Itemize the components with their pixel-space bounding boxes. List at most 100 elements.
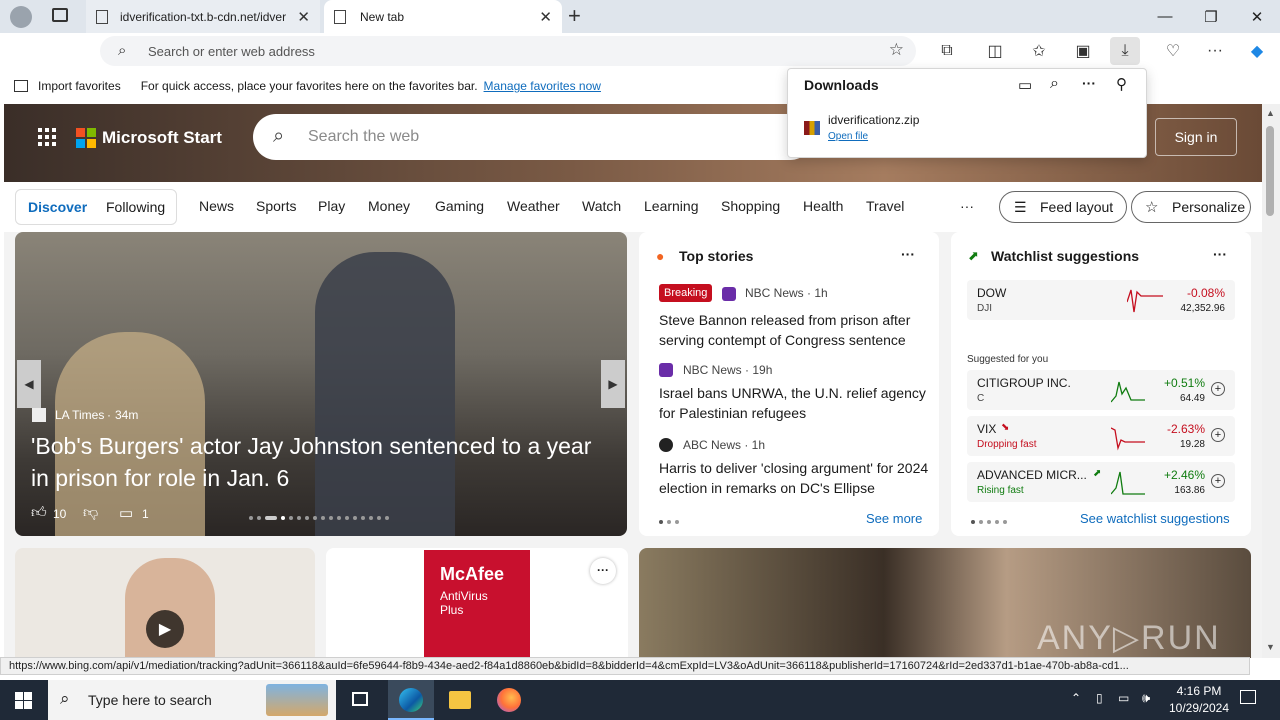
like-icon[interactable]: 👍︎ — [31, 504, 47, 522]
close-tab-icon[interactable]: ✕ — [297, 8, 310, 26]
nav-shopping[interactable]: Shopping — [721, 198, 780, 214]
start-windows-icon[interactable] — [15, 692, 32, 709]
dislike-icon[interactable]: 👎︎ — [83, 504, 98, 522]
downloads-icon[interactable]: ⤓ — [1110, 37, 1140, 65]
nav-money[interactable]: Money — [368, 198, 410, 214]
task-view-icon[interactable] — [352, 692, 368, 706]
tab-following[interactable]: Following — [106, 199, 165, 215]
manage-favorites-link[interactable]: Manage favorites now — [484, 79, 601, 93]
open-file-link[interactable]: Open file — [828, 131, 868, 142]
story-headline[interactable]: Steve Bannon released from prison after … — [659, 310, 927, 350]
nav-travel[interactable]: Travel — [866, 198, 904, 214]
clock-time[interactable]: 4:16 PM — [1172, 684, 1226, 698]
ad-card[interactable]: McAfee AntiVirus Plus ··· — [326, 548, 628, 658]
copilot-icon[interactable]: ◆ — [1242, 37, 1272, 65]
more-options-icon[interactable]: ··· — [1082, 75, 1096, 91]
edge-taskbar-icon[interactable] — [388, 680, 434, 720]
play-button[interactable]: ▶ — [146, 610, 184, 648]
nav-sports[interactable]: Sports — [256, 198, 296, 214]
new-tab-button[interactable]: + — [568, 3, 581, 29]
import-favorites-button[interactable]: Import favorites — [38, 79, 121, 93]
pager-dots[interactable] — [969, 518, 1009, 524]
network-icon[interactable]: ▭ — [1118, 691, 1129, 705]
brand-name[interactable]: Microsoft Start — [102, 128, 222, 148]
hero-card[interactable]: ◀ ▶ LA Times · 34m 'Bob's Burgers' actor… — [15, 232, 627, 536]
add-stock-button[interactable]: + — [1211, 428, 1225, 442]
profile-icon[interactable] — [10, 6, 32, 28]
title-bar: idverification-txt.b-cdn.net/idver ✕ New… — [0, 0, 1280, 33]
open-folder-icon[interactable]: ▭ — [1018, 76, 1032, 94]
tab-idverification[interactable]: idverification-txt.b-cdn.net/idver ✕ — [86, 0, 320, 33]
more-menu-icon[interactable]: ··· — [1200, 37, 1230, 65]
download-item[interactable]: idverificationz.zip Open file — [788, 105, 1146, 155]
web-search-input[interactable]: ⌕ Search the web — [253, 114, 813, 160]
nav-health[interactable]: Health — [803, 198, 843, 214]
more-options-icon[interactable]: ··· — [901, 246, 915, 262]
split-screen-icon[interactable]: ◫ — [980, 37, 1010, 65]
address-bar[interactable]: ⌕ Search or enter web address ☆ — [100, 36, 916, 66]
nav-news[interactable]: News — [199, 198, 234, 214]
minimize-button[interactable]: — — [1142, 0, 1188, 33]
search-icon[interactable]: ⌕ — [1050, 75, 1059, 93]
stock-row-citigroup[interactable]: CITIGROUP INC. C +0.51% 64.49 + — [967, 370, 1235, 410]
tray-device-icon[interactable]: ▯ — [1096, 691, 1103, 705]
prev-slide-button[interactable]: ◀ — [17, 360, 41, 408]
see-more-link[interactable]: See more — [866, 511, 922, 526]
product-image: McAfee AntiVirus Plus — [424, 550, 530, 658]
taskbar-search[interactable]: ⌕ Type here to search — [48, 680, 336, 720]
more-options-icon[interactable]: ··· — [1213, 246, 1227, 262]
favorite-star-icon[interactable]: ☆ — [889, 40, 904, 60]
hero-headline[interactable]: 'Bob's Burgers' actor Jay Johnston sente… — [31, 430, 601, 494]
clock-date[interactable]: 10/29/2024 — [1166, 701, 1232, 715]
stock-row-amd[interactable]: ADVANCED MICR... ⬈ Rising fast +2.46% 16… — [967, 462, 1235, 502]
more-options-icon[interactable]: ··· — [590, 558, 616, 584]
sparkline-icon — [1127, 289, 1163, 313]
tab-discover[interactable]: Discover — [28, 199, 87, 215]
personalize-button[interactable]: ☆ Personalize — [1131, 191, 1251, 223]
carousel-dots[interactable] — [247, 514, 391, 520]
add-stock-button[interactable]: + — [1211, 382, 1225, 396]
nav-gaming[interactable]: Gaming — [435, 198, 484, 214]
scroll-up-icon[interactable]: ▲ — [1266, 108, 1275, 118]
feed-layout-button[interactable]: ☰ Feed layout — [999, 191, 1127, 223]
stock-row-dow[interactable]: DOW DJI -0.08% 42,352.96 — [967, 280, 1235, 320]
story-headline[interactable]: Harris to deliver 'closing argument' for… — [659, 458, 929, 498]
close-tab-icon[interactable]: ✕ — [539, 8, 552, 26]
page-scrollbar[interactable]: ▲ ▼ — [1262, 104, 1280, 658]
nav-play[interactable]: Play — [318, 198, 345, 214]
notification-icon[interactable] — [1240, 690, 1256, 704]
close-window-button[interactable]: ✕ — [1234, 0, 1280, 33]
sign-in-button[interactable]: Sign in — [1155, 118, 1237, 156]
restore-button[interactable]: ❐ — [1188, 0, 1234, 33]
tab-new-tab[interactable]: New tab ✕ — [324, 0, 562, 33]
apps-grid-icon[interactable] — [38, 128, 56, 146]
scroll-thumb[interactable] — [1266, 126, 1274, 216]
favorites-icon[interactable]: ✩ — [1024, 37, 1054, 65]
downloads-panel: Downloads ▭ ⌕ ··· ⚲ idverificationz.zip … — [787, 68, 1147, 158]
file-explorer-icon[interactable] — [449, 691, 471, 709]
stock-row-vix[interactable]: VIX ⬊ Dropping fast -2.63% 19.28 + — [967, 416, 1235, 456]
nav-watch[interactable]: Watch — [582, 198, 621, 214]
nav-learning[interactable]: Learning — [644, 198, 699, 214]
pin-icon[interactable]: ⚲ — [1116, 75, 1127, 93]
story-headline[interactable]: Israel bans UNRWA, the U.N. relief agenc… — [659, 383, 927, 423]
scroll-down-icon[interactable]: ▼ — [1266, 642, 1275, 652]
extensions-icon[interactable]: ⧉ — [932, 37, 962, 65]
nav-weather[interactable]: Weather — [507, 198, 560, 214]
performance-icon[interactable]: ♡ — [1158, 37, 1188, 65]
next-slide-button[interactable]: ▶ — [601, 360, 625, 408]
tab-actions-icon[interactable] — [52, 8, 68, 22]
featured-image-card[interactable]: ANY▷RUN — [639, 548, 1251, 658]
comment-icon[interactable]: ▭ — [119, 504, 133, 522]
stock-ticker: DJI — [977, 303, 992, 314]
tray-chevron-icon[interactable]: ⌃ — [1071, 691, 1081, 705]
volume-icon[interactable]: 🕪︎ — [1142, 690, 1150, 706]
collections-icon[interactable]: ▣ — [1068, 37, 1098, 65]
add-stock-button[interactable]: + — [1211, 474, 1225, 488]
firefox-icon[interactable] — [497, 688, 521, 712]
pager-dots[interactable] — [657, 518, 681, 524]
video-card[interactable]: ▶ — [15, 548, 315, 658]
msn-page: Microsoft Start ⌕ Search the web Sign in… — [4, 104, 1262, 658]
see-watchlist-link[interactable]: See watchlist suggestions — [1080, 511, 1230, 526]
nav-more-icon[interactable]: ··· — [960, 198, 974, 214]
